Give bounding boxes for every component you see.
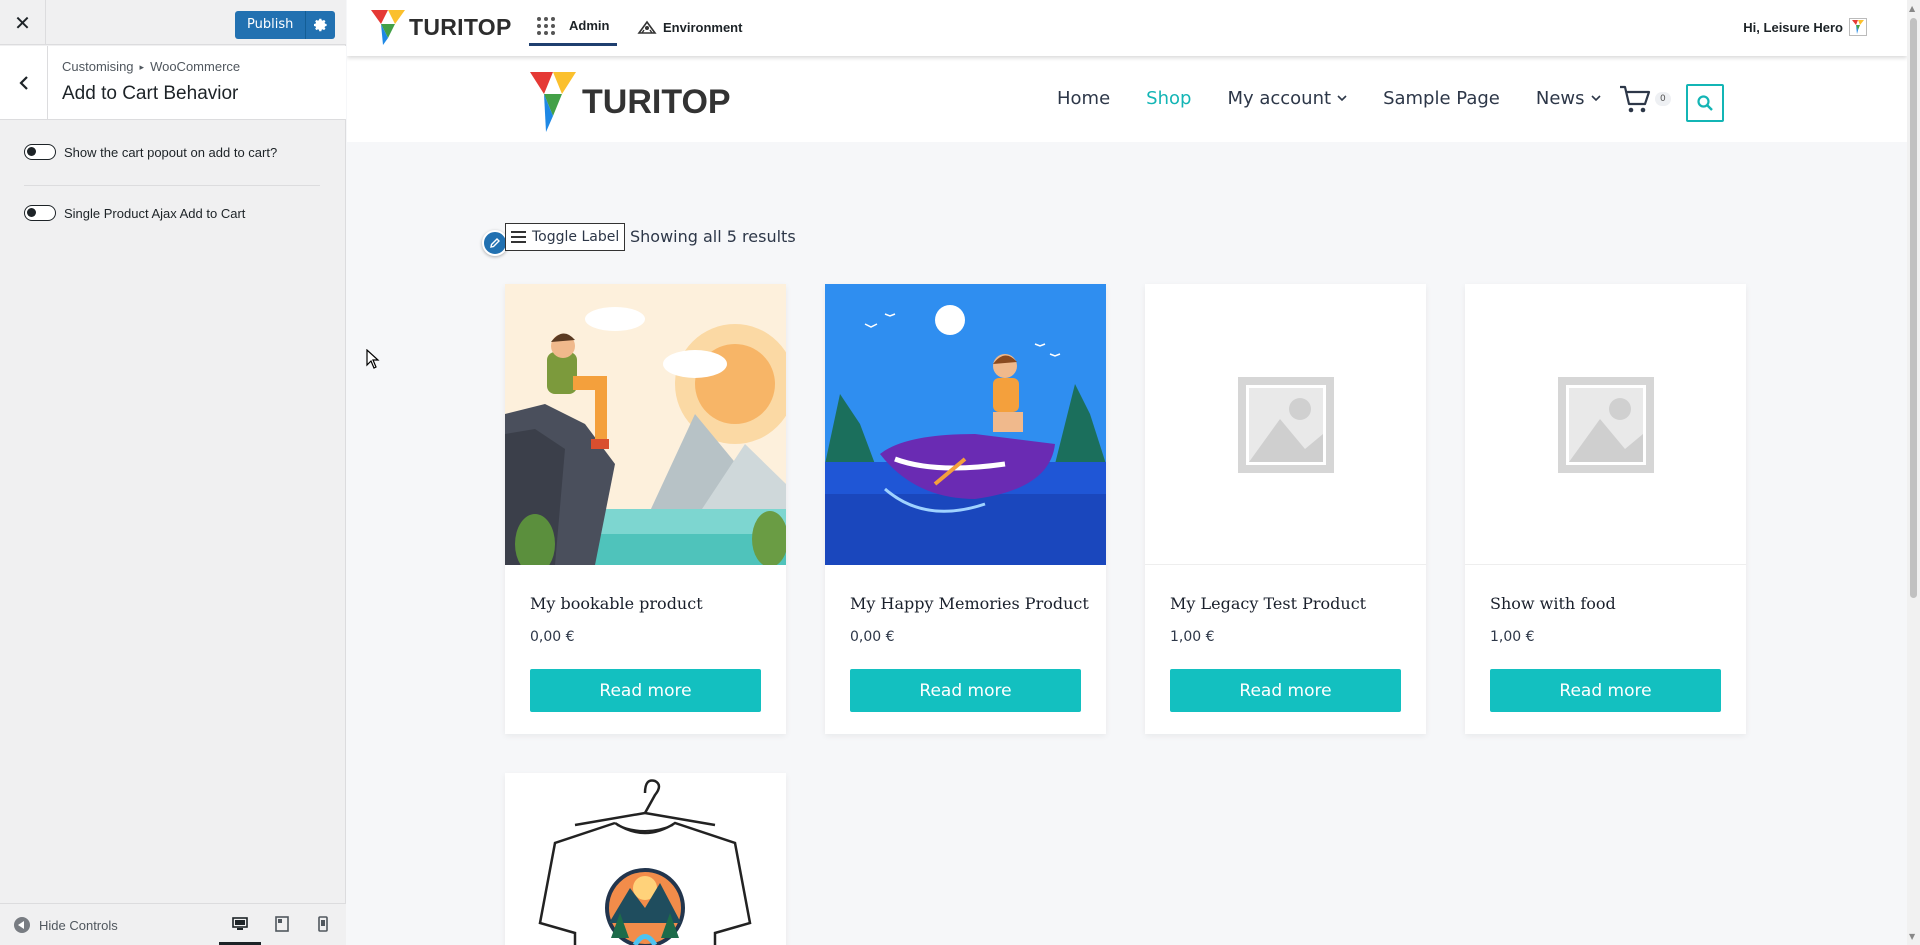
- product-title[interactable]: My Legacy Test Product: [1170, 594, 1366, 613]
- product-card: My Happy Memories Product 0,00 € Read mo…: [825, 284, 1106, 734]
- user-menu[interactable]: Hi, Leisure Hero: [1743, 18, 1867, 36]
- section-header: Customising ▸ WooCommerce Add to Cart Beha…: [0, 46, 346, 120]
- option-label: Show the cart popout on add to cart?: [64, 144, 278, 160]
- site-header: TURITOP Home Shop My account Sample Page…: [347, 56, 1907, 142]
- scroll-down-icon[interactable]: ▼: [1909, 932, 1915, 941]
- product-price: 0,00 €: [530, 629, 575, 645]
- product-title[interactable]: Show with food: [1490, 594, 1616, 613]
- hide-controls-button[interactable]: Hide Controls: [14, 917, 118, 933]
- admin-bar: TURITOP Admin Environment Hi, Leisure He…: [347, 0, 1907, 56]
- tshirt-illustration: [538, 779, 752, 945]
- desktop-icon[interactable]: [230, 914, 250, 934]
- nav-shop[interactable]: Shop: [1146, 88, 1191, 109]
- nav-news[interactable]: News: [1536, 88, 1601, 109]
- tablet-icon[interactable]: [272, 914, 292, 934]
- product-image[interactable]: [825, 284, 1106, 565]
- customizer-footer: Hide Controls: [0, 903, 346, 945]
- environment-menu[interactable]: Environment: [637, 8, 742, 46]
- nav-label: Shop: [1146, 88, 1192, 109]
- jetski-illustration: [825, 284, 1106, 565]
- placeholder-image-icon: [1238, 377, 1334, 473]
- site-logo[interactable]: TURITOP: [528, 70, 731, 134]
- main-navigation: Home Shop My account Sample Page News: [1057, 88, 1637, 109]
- option-ajax-add-to-cart[interactable]: Single Product Ajax Add to Cart: [24, 205, 245, 221]
- read-more-button[interactable]: Read more: [1170, 669, 1401, 712]
- read-more-button[interactable]: Read more: [530, 669, 761, 712]
- customizer-sidebar: ✕ Publish Customising ▸ WooCommerce Add to…: [0, 0, 346, 945]
- toggle-label-text: Toggle Label: [532, 229, 620, 245]
- scrollbar-thumb[interactable]: [1910, 18, 1917, 598]
- cart-button[interactable]: 0: [1619, 84, 1671, 114]
- chevron-down-icon: [1337, 92, 1347, 105]
- product-image[interactable]: [1145, 284, 1426, 565]
- nav-label: Sample Page: [1383, 88, 1500, 109]
- hiker-illustration: [505, 284, 786, 565]
- product-title[interactable]: My bookable product: [530, 594, 703, 613]
- toggle-switch[interactable]: [24, 205, 56, 221]
- hamburger-icon: [511, 231, 526, 243]
- environment-icon: [637, 20, 657, 34]
- breadcrumb: Customising ▸ WooCommerce: [62, 59, 240, 74]
- admin-logo[interactable]: TURITOP: [369, 8, 512, 46]
- toggle-label-button[interactable]: Toggle Label: [505, 223, 626, 251]
- option-cart-popout[interactable]: Show the cart popout on add to cart?: [24, 144, 277, 160]
- turitop-logo-icon: [371, 10, 405, 45]
- hide-controls-label: Hide Controls: [39, 917, 118, 933]
- admin-menu[interactable]: Admin: [529, 8, 618, 46]
- search-icon: [1697, 95, 1713, 111]
- read-more-button[interactable]: Read more: [1490, 669, 1721, 712]
- section-title: Add to Cart Behavior: [62, 83, 239, 104]
- avatar: [1849, 18, 1867, 36]
- turitop-logo-icon: [530, 72, 576, 132]
- breadcrumb-item: Customising: [62, 59, 134, 74]
- mobile-icon[interactable]: [313, 914, 333, 934]
- publish-button[interactable]: Publish: [235, 11, 306, 39]
- mouse-cursor-icon: [366, 348, 380, 373]
- option-label: Single Product Ajax Add to Cart: [64, 205, 246, 221]
- breadcrumb-separator: ▸: [139, 62, 145, 72]
- back-arrow-icon[interactable]: [0, 46, 48, 120]
- site-preview: TURITOP Admin Environment Hi, Leisure He…: [347, 0, 1907, 945]
- product-image[interactable]: [1465, 284, 1746, 565]
- product-image[interactable]: [505, 284, 786, 565]
- search-button[interactable]: [1686, 84, 1724, 122]
- customizer-header: ✕ Publish: [0, 0, 346, 45]
- admin-brand: TURITOP: [409, 13, 512, 40]
- product-image[interactable]: [505, 773, 786, 945]
- nav-label: Home: [1057, 88, 1111, 109]
- publish-group: Publish: [235, 11, 336, 39]
- read-more-button[interactable]: Read more: [850, 669, 1081, 712]
- divider: [24, 185, 320, 186]
- product-card: Show with food 1,00 € Read more: [1465, 284, 1746, 734]
- results-count: Showing all 5 results: [630, 227, 796, 246]
- chevron-down-icon: [1590, 92, 1601, 105]
- product-price: 0,00 €: [850, 629, 895, 645]
- nav-label: My account: [1227, 88, 1332, 109]
- admin-label: Admin: [569, 18, 610, 33]
- cart-count-badge: 0: [1655, 92, 1671, 106]
- product-card: My Legacy Test Product 1,00 € Read more: [1145, 284, 1426, 734]
- toggle-switch[interactable]: [24, 144, 56, 160]
- product-title[interactable]: My Happy Memories Product: [850, 594, 1089, 613]
- scroll-up-icon[interactable]: ▲: [1909, 4, 1915, 13]
- nav-sample-page[interactable]: Sample Page: [1383, 88, 1500, 109]
- nav-my-account[interactable]: My account: [1227, 88, 1347, 109]
- environment-label: Environment: [663, 19, 743, 35]
- preview-scrollbar[interactable]: ▲ ▼: [1907, 0, 1920, 945]
- product-card: My bookable product 0,00 € Read more: [505, 284, 786, 734]
- product-card: [505, 773, 786, 945]
- collapse-icon: [14, 917, 30, 933]
- nav-label: News: [1535, 88, 1585, 109]
- product-price: 1,00 €: [1170, 629, 1215, 645]
- placeholder-image-icon: [1558, 377, 1654, 473]
- user-greeting: Hi, Leisure Hero: [1743, 19, 1843, 35]
- nav-home[interactable]: Home: [1057, 88, 1110, 109]
- site-brand: TURITOP: [582, 82, 731, 121]
- apps-grid-icon: [537, 16, 555, 35]
- close-icon[interactable]: ✕: [0, 0, 46, 45]
- breadcrumb-item: WooCommerce: [150, 59, 241, 74]
- product-price: 1,00 €: [1490, 629, 1535, 645]
- gear-icon[interactable]: [305, 11, 336, 39]
- cart-icon: [1620, 85, 1651, 113]
